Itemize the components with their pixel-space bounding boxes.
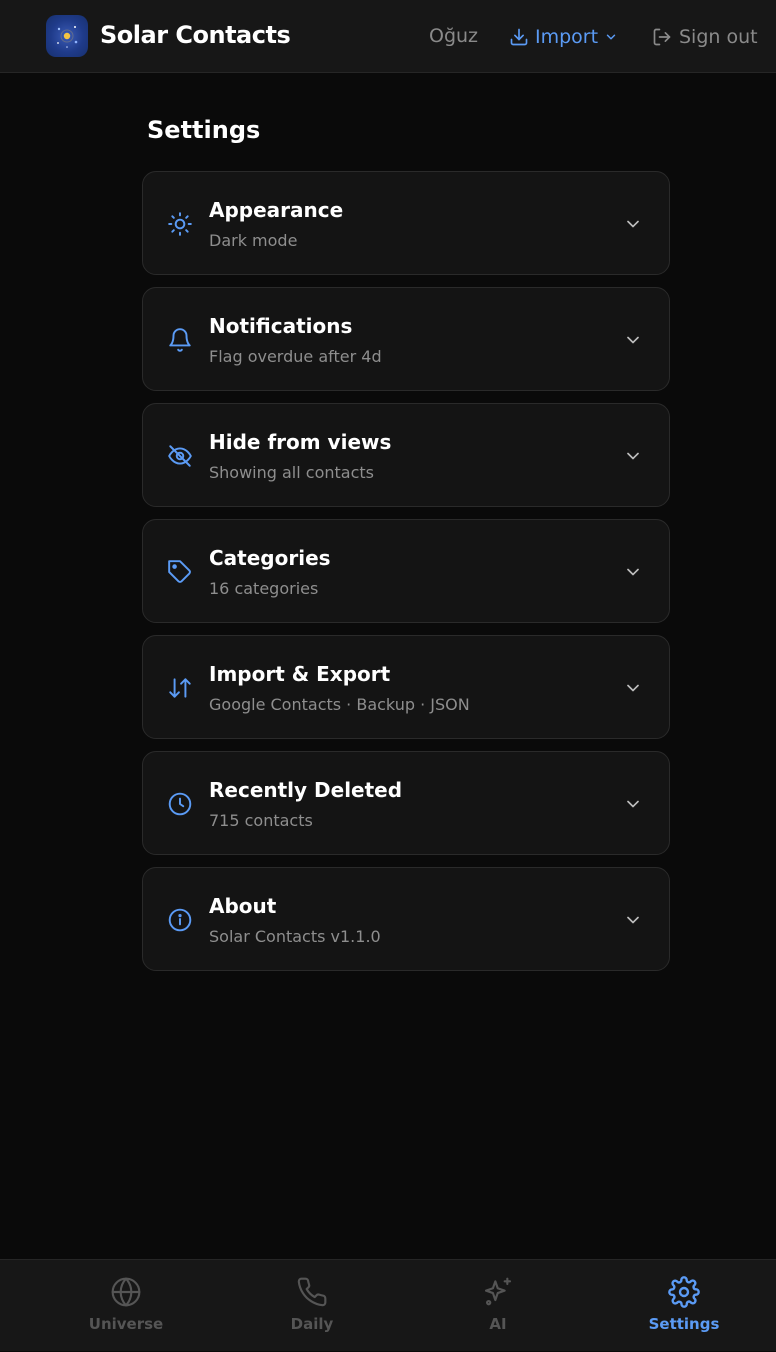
- chevron-down-icon: [627, 220, 639, 228]
- sparkles-icon: [484, 1277, 512, 1306]
- tab-ai[interactable]: AI: [438, 1260, 558, 1352]
- globe-icon: [111, 1277, 141, 1307]
- chevron-down-icon: [627, 684, 639, 692]
- clock-icon: [168, 792, 192, 816]
- chevron-down-icon: [627, 452, 639, 460]
- tab-universe[interactable]: Universe: [66, 1260, 186, 1352]
- bell-icon: [169, 328, 191, 352]
- settings-card-subtitle: Showing all contacts: [209, 463, 374, 482]
- tab-label: Daily: [290, 1315, 334, 1333]
- chevron-down-icon: [627, 916, 639, 924]
- settings-card-appearance[interactable]: Appearance Dark mode: [142, 171, 670, 275]
- top-app-bar: Solar Contacts Oğuz Import Sign out: [0, 0, 776, 73]
- import-label: Import: [535, 26, 599, 48]
- info-icon: [168, 908, 192, 932]
- settings-card-title: Recently Deleted: [209, 778, 403, 802]
- bottom-tab-bar: Universe Daily AI Settings: [0, 1259, 776, 1351]
- settings-list: Appearance Dark mode Notifications Flag …: [142, 171, 670, 983]
- settings-card-title: About: [209, 894, 277, 918]
- chevron-down-icon: [627, 568, 639, 576]
- log-out-icon: [653, 28, 671, 46]
- settings-card-recently-deleted[interactable]: Recently Deleted 715 contacts: [142, 751, 670, 855]
- import-button[interactable]: Import: [509, 24, 618, 50]
- chevron-down-icon: [627, 336, 639, 344]
- sign-out-label: Sign out: [679, 26, 758, 48]
- settings-card-subtitle: Dark mode: [209, 231, 298, 250]
- tab-label: Universe: [88, 1315, 164, 1333]
- settings-card-subtitle: Google Contacts · Backup · JSON: [209, 695, 470, 714]
- chevron-down-icon: [606, 34, 616, 40]
- settings-card-categories[interactable]: Categories 16 categories: [142, 519, 670, 623]
- tab-settings[interactable]: Settings: [624, 1260, 744, 1352]
- phone-icon: [297, 1277, 327, 1307]
- sun-icon: [168, 212, 192, 236]
- settings-card-title: Categories: [209, 546, 331, 570]
- tag-icon: [168, 560, 191, 583]
- tab-label: Settings: [648, 1315, 720, 1333]
- sign-out-button[interactable]: Sign out: [652, 24, 758, 50]
- settings-card-subtitle: Flag overdue after 4d: [209, 347, 382, 366]
- settings-card-about[interactable]: About Solar Contacts v1.1.0: [142, 867, 670, 971]
- user-name[interactable]: Oğuz: [429, 25, 478, 47]
- settings-card-hide-from-views[interactable]: Hide from views Showing all contacts: [142, 403, 670, 507]
- settings-card-subtitle: 16 categories: [209, 579, 319, 598]
- page-title: Settings: [147, 116, 261, 144]
- download-icon: [510, 28, 528, 46]
- settings-card-title: Hide from views: [209, 430, 392, 454]
- settings-card-subtitle: 715 contacts: [209, 811, 313, 830]
- tab-label: AI: [489, 1315, 507, 1333]
- settings-card-title: Appearance: [209, 198, 344, 222]
- settings-card-notifications[interactable]: Notifications Flag overdue after 4d: [142, 287, 670, 391]
- tab-daily[interactable]: Daily: [252, 1260, 372, 1352]
- eye-off-icon: [168, 445, 192, 467]
- arrows-up-down-icon: [169, 678, 191, 698]
- chevron-down-icon: [627, 800, 639, 808]
- app-logo-icon[interactable]: [46, 15, 88, 57]
- settings-card-title: Import & Export: [209, 662, 391, 686]
- settings-card-import-export[interactable]: Import & Export Google Contacts · Backup…: [142, 635, 670, 739]
- app-title: Solar Contacts: [100, 21, 291, 49]
- gear-icon: [668, 1276, 700, 1308]
- settings-card-title: Notifications: [209, 314, 353, 338]
- settings-card-subtitle: Solar Contacts v1.1.0: [209, 927, 381, 946]
